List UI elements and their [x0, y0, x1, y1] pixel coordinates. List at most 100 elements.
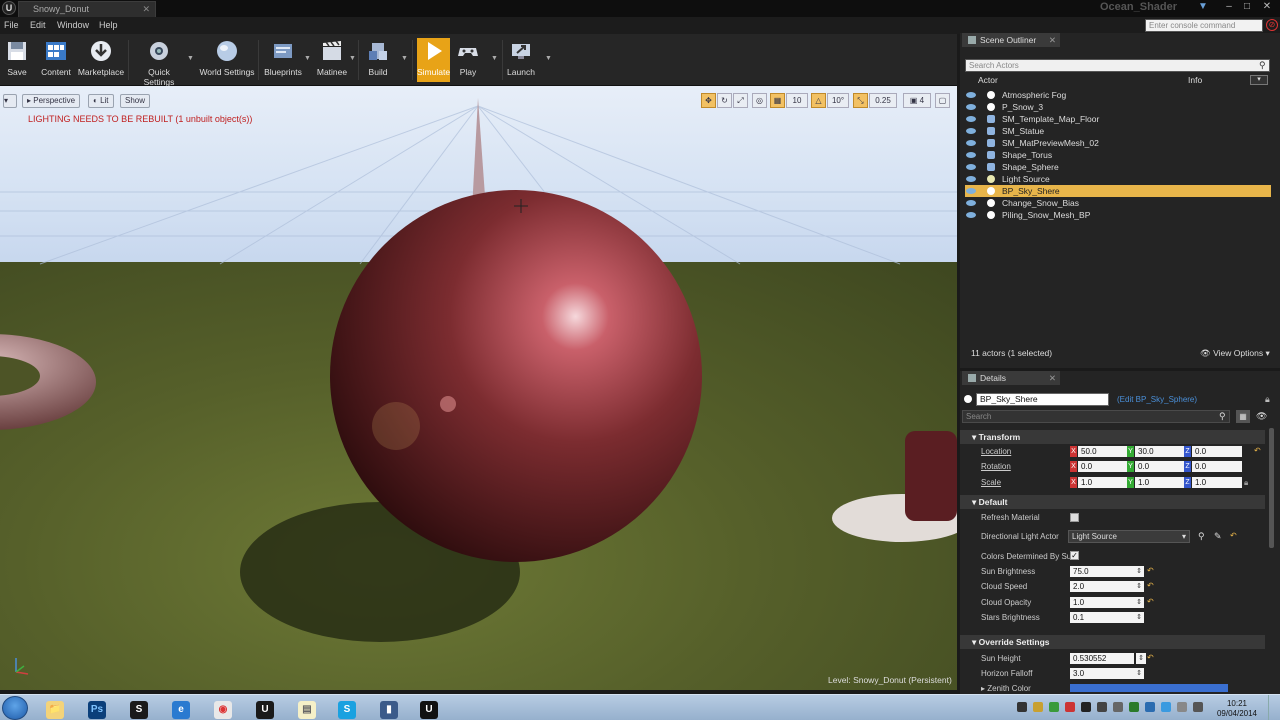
reset-cloud-opacity-icon[interactable]: ↶	[1147, 597, 1154, 606]
show-desktop-button[interactable]	[1268, 695, 1280, 720]
matinee-dropdown-icon[interactable]: ▼	[349, 55, 356, 62]
start-button[interactable]	[2, 696, 28, 720]
rotation-x-value[interactable]: 0.0	[1078, 461, 1128, 472]
scale-tool-icon[interactable]: ⤢	[733, 93, 748, 108]
scale-label[interactable]: Scale	[981, 478, 1001, 487]
level-tab[interactable]: Snowy_Donut ✕	[18, 1, 156, 17]
rotation-snap-value[interactable]: 10°	[827, 93, 849, 108]
details-scrollbar[interactable]	[1269, 428, 1274, 548]
menu-file[interactable]: File	[4, 20, 19, 30]
reset-cloud-speed-icon[interactable]: ↶	[1147, 581, 1154, 590]
blueprints-button[interactable]: Blueprints	[262, 38, 304, 82]
marketplace-button[interactable]: Marketplace	[77, 38, 125, 82]
reset-sun-height-icon[interactable]: ↶	[1147, 653, 1154, 662]
menu-edit[interactable]: Edit	[30, 20, 46, 30]
console-command-input[interactable]: Enter console command	[1145, 19, 1263, 32]
tray-app-icon[interactable]	[1161, 702, 1171, 712]
sun-height-field[interactable]: 0.530552	[1070, 653, 1134, 664]
actor-column-header[interactable]: Actor	[978, 75, 998, 85]
view-options-button[interactable]: 👁 View Options ▾	[1200, 348, 1270, 359]
show-button[interactable]: Show	[120, 94, 151, 108]
taskbar-app-chrome[interactable]: ◉	[206, 697, 240, 719]
visibility-eye-icon[interactable]	[966, 152, 976, 158]
visibility-eye-icon[interactable]	[966, 140, 976, 146]
simulate-button[interactable]: Simulate	[417, 38, 450, 82]
scale-y-value[interactable]: 1.0	[1135, 477, 1185, 488]
world-space-icon[interactable]: ◎	[752, 93, 767, 108]
content-button[interactable]: Content	[38, 38, 74, 82]
location-z-value[interactable]: 0.0	[1192, 446, 1242, 457]
tray-app-icon[interactable]	[1129, 702, 1139, 712]
spinner-icon[interactable]: ⇕	[1136, 668, 1142, 679]
scale-snap-icon[interactable]: ⤡	[853, 93, 868, 108]
console-clear-icon[interactable]: ⊘	[1266, 19, 1278, 31]
spinner-icon[interactable]: ⇕	[1136, 612, 1142, 623]
lit-button[interactable]: ◐ Lit	[88, 94, 114, 108]
visibility-eye-icon[interactable]: 👁︎	[1256, 411, 1267, 422]
visibility-eye-icon[interactable]	[966, 176, 976, 182]
matinee-button[interactable]: Matinee	[315, 38, 349, 82]
viewport-options-icon[interactable]: ▾	[3, 94, 17, 108]
tray-app-icon[interactable]	[1065, 702, 1075, 712]
tray-app-icon[interactable]	[1033, 702, 1043, 712]
rotation-snap-icon[interactable]: △	[811, 93, 826, 108]
outliner-row[interactable]: BP_Sky_Shere	[965, 185, 1271, 197]
details-close-icon[interactable]: ✕	[1049, 371, 1056, 385]
spinner-icon[interactable]: ⇕	[1136, 597, 1142, 608]
visibility-eye-icon[interactable]	[966, 104, 976, 110]
colors-determined-checkbox[interactable]: ✓	[1070, 551, 1079, 560]
spinner-icon[interactable]: ⇕	[1136, 566, 1142, 577]
build-button[interactable]: Build	[363, 38, 393, 82]
tray-app-icon[interactable]	[1017, 702, 1027, 712]
visibility-eye-icon[interactable]	[966, 188, 976, 194]
info-column-header[interactable]: Info	[1188, 75, 1202, 85]
actor-name-field[interactable]: BP_Sky_Shere	[976, 393, 1109, 406]
outliner-row[interactable]: Shape_Sphere	[965, 161, 1271, 173]
outliner-close-icon[interactable]: ✕	[1049, 33, 1056, 47]
outliner-row[interactable]: SM_MatPreviewMesh_02	[965, 137, 1271, 149]
play-dropdown-icon[interactable]: ▼	[491, 55, 498, 62]
grid-snap-value[interactable]: 10	[786, 93, 808, 108]
taskbar-app-browser-blue[interactable]: e	[164, 697, 198, 719]
taskbar-app-unreal-engine[interactable]: U	[248, 697, 282, 719]
visibility-eye-icon[interactable]	[966, 164, 976, 170]
camera-speed-button[interactable]: ▣ 4	[903, 93, 931, 108]
clock[interactable]: 10:21 09/04/2014	[1212, 699, 1262, 719]
taskbar-app-steam[interactable]: S	[122, 697, 156, 719]
world-settings-button[interactable]: World Settings	[199, 38, 255, 82]
details-tab[interactable]: Details ✕	[962, 371, 1060, 385]
visibility-eye-icon[interactable]	[966, 212, 976, 218]
location-label[interactable]: Location	[981, 447, 1011, 456]
quick-settings-button[interactable]: Quick Settings	[132, 38, 186, 87]
outliner-row[interactable]: Light Source	[965, 173, 1271, 185]
taskbar-app-explorer[interactable]: 📁	[38, 697, 72, 719]
volume-icon[interactable]	[1193, 702, 1203, 712]
sun-brightness-field[interactable]: 75.0 ⇕	[1070, 566, 1144, 577]
outliner-row[interactable]: Piling_Snow_Mesh_BP	[965, 209, 1271, 221]
cloud-speed-field[interactable]: 2.0 ⇕	[1070, 581, 1144, 592]
launch-dropdown-icon[interactable]: ▼	[545, 55, 552, 62]
level-viewport[interactable]: ▾ ▸ Perspective ◐ Lit Show ✥ ↻ ⤢ ◎ ▦ 10 …	[0, 86, 957, 690]
rotation-label[interactable]: Rotation	[981, 462, 1011, 471]
scale-lock-icon[interactable]: 🔒︎	[1244, 478, 1248, 488]
outliner-row[interactable]: Change_Snow_Bias	[965, 197, 1271, 209]
visibility-eye-icon[interactable]	[966, 116, 976, 122]
rotation-z-value[interactable]: 0.0	[1192, 461, 1242, 472]
visibility-eye-icon[interactable]	[966, 128, 976, 134]
tray-app-icon[interactable]	[1145, 702, 1155, 712]
outliner-row[interactable]: Atmospheric Fog	[965, 89, 1271, 101]
tab-close-icon[interactable]: ✕	[142, 2, 150, 17]
outliner-row[interactable]: Shape_Torus	[965, 149, 1271, 161]
outliner-row[interactable]: P_Snow_3	[965, 101, 1271, 113]
menu-help[interactable]: Help	[99, 20, 118, 30]
menu-window[interactable]: Window	[57, 20, 89, 30]
minimize-button[interactable]: –	[1222, 0, 1236, 14]
reset-sun-brightness-icon[interactable]: ↶	[1147, 566, 1154, 575]
location-x-value[interactable]: 50.0	[1078, 446, 1128, 457]
reset-location-icon[interactable]: ↶	[1254, 446, 1261, 455]
scale-snap-value[interactable]: 0.25	[869, 93, 897, 108]
default-section[interactable]: ▾ Default	[960, 495, 1265, 509]
move-tool-icon[interactable]: ✥	[701, 93, 716, 108]
spinner-icon[interactable]: ⇕	[1136, 581, 1142, 592]
refresh-material-checkbox[interactable]	[1070, 513, 1079, 522]
